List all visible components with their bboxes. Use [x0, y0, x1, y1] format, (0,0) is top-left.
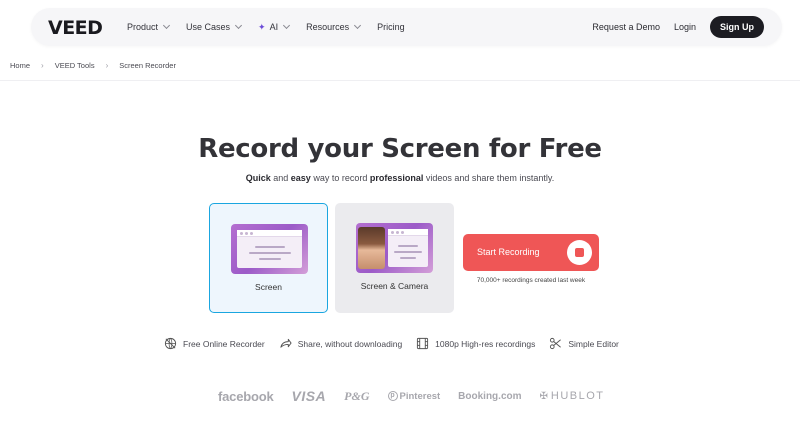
features-row: Free Online Recorder Share, without down…: [164, 337, 619, 350]
sparkle-icon: ✦: [258, 21, 266, 32]
veed-logo[interactable]: VEED: [48, 17, 103, 39]
recordings-count-note: 70,000+ recordings created last week: [476, 277, 586, 284]
webcam-person-image: [358, 227, 385, 269]
menu-resources[interactable]: Resources: [306, 21, 362, 32]
feature-item: Simple Editor: [549, 337, 619, 350]
screen-option-label: Screen: [255, 282, 282, 292]
hublot-logo-group: ✠ HUBLOT: [540, 390, 605, 402]
share-icon: [280, 338, 292, 348]
page-subtitle: Quick and easy way to record professiona…: [0, 173, 800, 183]
feature-label: 1080p High-res recordings: [435, 338, 536, 349]
hublot-logo: HUBLOT: [550, 390, 605, 402]
feature-label: Share, without downloading: [297, 338, 403, 349]
subtitle-easy: easy: [290, 173, 311, 183]
top-nav: VEED Product Use Cases ✦ AI Resources Pr…: [31, 8, 782, 46]
pinterest-logo: Pinterest: [399, 390, 441, 402]
visa-logo: VISA: [291, 388, 327, 404]
partner-logos: facebook VISA P&G p Pinterest Booking.co…: [218, 388, 605, 404]
booking-logo: Booking.com: [458, 390, 522, 402]
globe-off-icon: [164, 337, 177, 350]
window-icon: [388, 229, 428, 267]
screen-option-card[interactable]: Screen: [209, 203, 328, 313]
screen-thumbnail: [231, 224, 308, 274]
start-recording-label: Start Recording: [477, 247, 540, 257]
feature-label: Simple Editor: [568, 338, 619, 349]
window-icon: [237, 230, 302, 268]
chevron-down-icon: [235, 21, 243, 30]
feature-item: Share, without downloading: [279, 337, 402, 350]
pinterest-icon: p: [387, 391, 398, 401]
subtitle-professional: professional: [369, 173, 424, 183]
menu-pricing[interactable]: Pricing: [377, 22, 405, 32]
screen-camera-option-card[interactable]: Screen & Camera: [335, 203, 454, 313]
feature-item: 1080p High-res recordings: [416, 337, 535, 350]
signup-button[interactable]: Sign Up: [710, 16, 764, 38]
feature-item: Free Online Recorder: [164, 337, 265, 350]
film-icon: [417, 337, 429, 350]
breadcrumb-veed-tools[interactable]: VEED Tools: [55, 61, 95, 70]
subtitle-text: videos and share them instantly.: [423, 173, 555, 183]
screen-camera-option-label: Screen & Camera: [360, 281, 429, 291]
login-link[interactable]: Login: [674, 22, 696, 32]
breadcrumb-separator-icon: ›: [41, 61, 44, 70]
page-title: Record your Screen for Free: [198, 134, 602, 164]
request-demo-link[interactable]: Request a Demo: [592, 22, 660, 32]
chevron-down-icon: [354, 21, 362, 30]
menu-ai-label: AI: [269, 22, 279, 32]
pinterest-logo-group: p Pinterest: [387, 390, 441, 402]
breadcrumb-home[interactable]: Home: [10, 61, 30, 70]
divider: [0, 80, 800, 81]
chevron-down-icon: [162, 21, 171, 30]
subtitle-text: way to record: [310, 173, 370, 183]
record-icon: [567, 240, 592, 265]
start-recording-button[interactable]: Start Recording: [463, 234, 599, 271]
subtitle-text: and: [270, 173, 291, 183]
hublot-icon: ✠: [539, 390, 548, 402]
screen-camera-thumbnail: [356, 223, 433, 273]
menu-ai[interactable]: ✦ AI: [258, 21, 291, 33]
breadcrumb-current: Screen Recorder: [119, 61, 176, 70]
feature-label: Free Online Recorder: [183, 338, 265, 349]
facebook-logo: facebook: [218, 388, 274, 404]
menu-pricing-label: Pricing: [377, 22, 405, 32]
main-menu: Product Use Cases ✦ AI Resources Pricing: [127, 8, 405, 46]
pg-logo: P&G: [344, 388, 370, 403]
breadcrumb: Home › VEED Tools › Screen Recorder: [10, 61, 176, 70]
breadcrumb-separator-icon: ›: [105, 61, 109, 70]
menu-use-cases[interactable]: Use Cases: [186, 21, 243, 32]
subtitle-quick: Quick: [245, 173, 271, 183]
menu-use-cases-label: Use Cases: [186, 22, 231, 32]
menu-product-label: Product: [127, 22, 159, 32]
chevron-down-icon: [283, 21, 291, 30]
scissors-icon: [550, 337, 562, 350]
nav-actions: Request a Demo Login Sign Up: [592, 8, 764, 46]
menu-resources-label: Resources: [306, 22, 350, 32]
menu-product[interactable]: Product: [127, 21, 171, 32]
